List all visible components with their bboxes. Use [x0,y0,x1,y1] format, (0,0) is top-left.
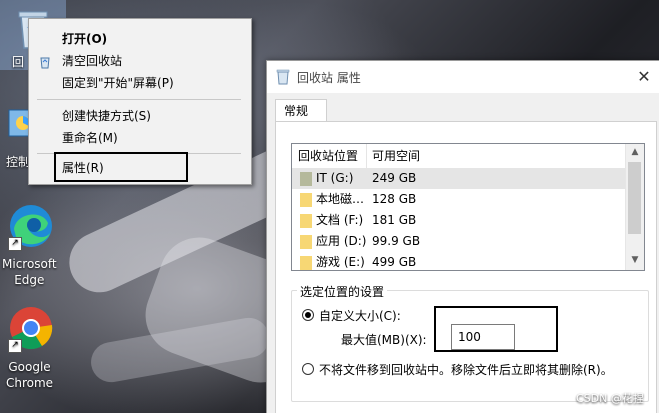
folder-icon [300,192,312,207]
column-header-free-space[interactable]: 可用空间 [366,144,492,168]
menu-item-label: 固定到"开始"屏幕(P) [62,76,174,90]
location-name: 游戏 (E:) [316,255,365,269]
chrome-label: Google Chrome [6,360,54,390]
shortcut-arrow-icon: ↗ [8,237,22,251]
chrome-desktop-icon[interactable]: ↗ Google Chrome [0,305,62,390]
radio-custom-size[interactable] [302,309,314,321]
radio-selected-dot [305,312,311,318]
edge-icon: ↗ [8,203,54,251]
tab-general[interactable]: 常规 [275,99,327,121]
location-name: 本地磁… [316,192,365,206]
list-item[interactable]: 文档 (F:) 181 GB [292,210,625,231]
dialog-titlebar[interactable]: 回收站 属性 ✕ [267,61,659,93]
folder-icon [300,255,312,270]
highlight-box [54,152,188,182]
location-name: 应用 (D:) [316,234,367,248]
location-name: IT (G:) [316,171,354,185]
menu-item-label: 清空回收站 [62,54,123,68]
column-header-location[interactable]: 回收站位置 [292,144,367,168]
folder-icon [300,234,312,249]
free-space: 128 GB [372,192,417,206]
column-header-label: 可用空间 [372,149,421,163]
list-item[interactable]: IT (G:) 249 GB [292,168,625,189]
shortcut-arrow-icon: ↗ [8,339,22,353]
tab-label: 常规 [284,104,309,118]
radio-delete-immediately-label: 不将文件移到回收站中。移除文件后立即将其删除(R)。 [319,363,613,377]
highlight-box [434,306,558,352]
recycle-bin-label: 回 [12,55,25,69]
list-item[interactable]: 本地磁… 128 GB [292,189,625,210]
free-space: 499 GB [372,255,417,269]
watermark: CSDN @花捏 [576,392,644,405]
scroll-down-icon[interactable]: ▼ [626,252,644,269]
edge-desktop-icon[interactable]: ↗ Microsoft Edge [0,203,62,287]
scroll-up-icon[interactable]: ▲ [626,144,644,161]
list-item[interactable]: 游戏 (E:) 499 GB [292,252,625,270]
edge-label: Microsoft Edge [2,257,57,287]
desktop-background: 回 控制 ↗ Microsoft Edge ↗ Google Chrome 打开… [0,0,659,413]
recycle-bin-icon [275,69,291,85]
recycle-bin-properties-dialog: 回收站 属性 ✕ 常规 回收站位置 可用空间 IT (G:) 249 GB 本地… [266,60,659,413]
max-size-label: 最大值(MB)(X): [341,333,427,347]
drive-icon [300,171,312,186]
menu-item-label: 重命名(M) [62,131,118,145]
menu-item-pin-to-start[interactable]: 固定到"开始"屏幕(P) [29,72,249,94]
radio-delete-immediately[interactable] [302,363,314,375]
column-header-label: 回收站位置 [298,149,359,163]
menu-item-empty-recycle-bin[interactable]: 清空回收站 [29,50,249,72]
recycle-bin-icon [38,54,52,69]
folder-icon [300,213,312,228]
location-name: 文档 (F:) [316,213,364,227]
menu-item-create-shortcut[interactable]: 创建快捷方式(S) [29,105,249,127]
close-icon: ✕ [637,67,651,86]
menu-item-open[interactable]: 打开(O) [29,28,249,50]
menu-item-label: 创建快捷方式(S) [62,109,151,123]
menu-separator [37,99,241,100]
free-space: 181 GB [372,213,417,227]
scrollbar-thumb[interactable] [628,162,641,234]
dialog-title: 回收站 属性 [297,71,361,85]
radio-custom-size-label: 自定义大小(C): [319,309,401,323]
vertical-scrollbar[interactable]: ▲ ▼ [625,144,644,270]
free-space: 99.9 GB [372,234,421,248]
control-panel-label: 控制 [6,155,31,169]
location-list[interactable]: 回收站位置 可用空间 IT (G:) 249 GB 本地磁… 128 GB 文档… [291,143,645,271]
group-label: 选定位置的设置 [297,283,388,300]
chrome-icon: ↗ [8,305,54,353]
free-space: 249 GB [372,171,417,185]
menu-item-label: 打开(O) [62,32,108,46]
menu-item-rename[interactable]: 重命名(M) [29,127,249,149]
close-button[interactable]: ✕ [629,63,659,91]
list-item[interactable]: 应用 (D:) 99.9 GB [292,231,625,252]
